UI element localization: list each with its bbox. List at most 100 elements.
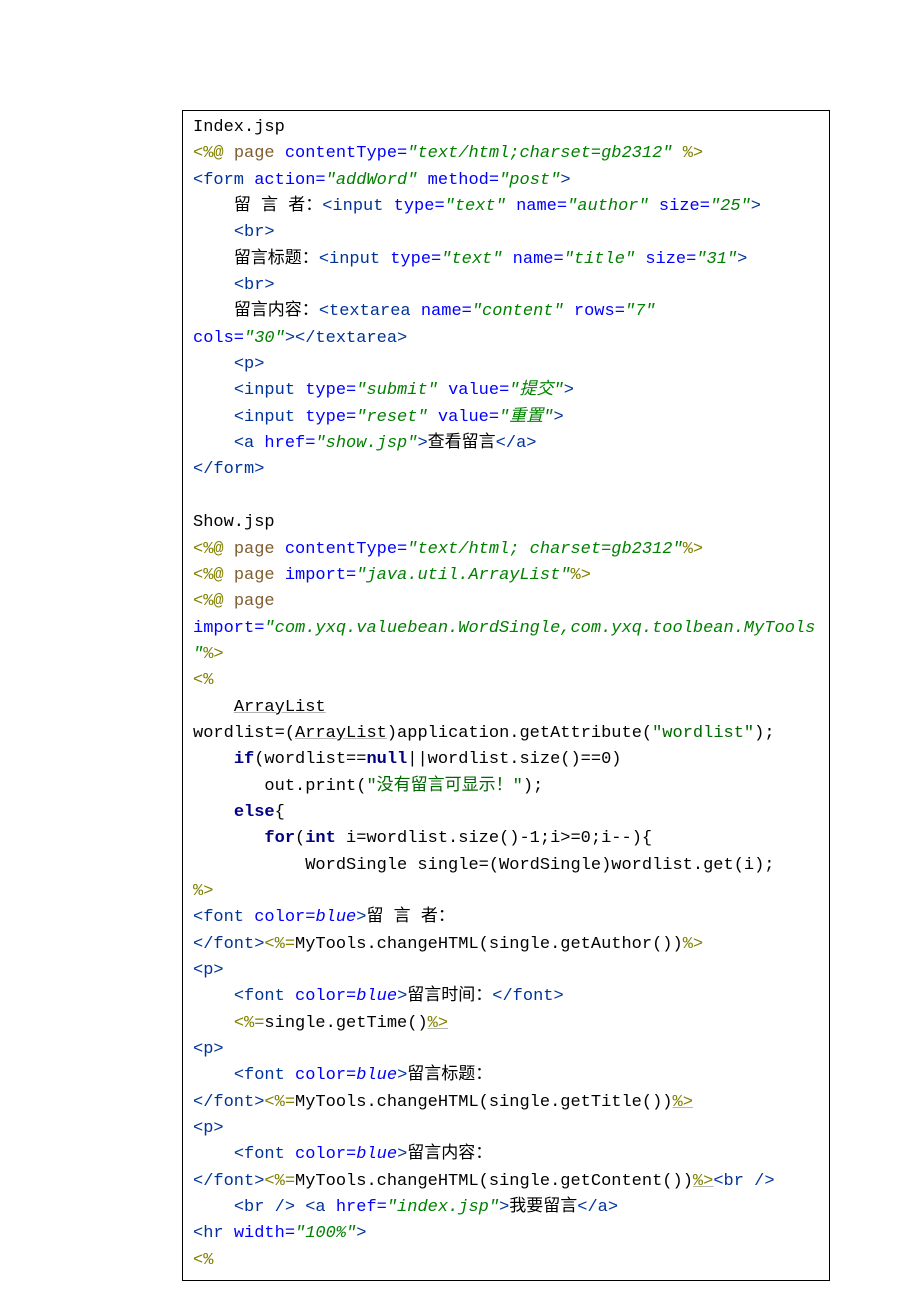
code-token: type=	[394, 197, 445, 216]
code-token: <p>	[193, 961, 224, 980]
code-token: color=	[295, 1066, 356, 1085]
code-line: 留 言 者：<input type="text" name="author" s…	[193, 194, 819, 220]
code-token: </font>	[193, 1172, 264, 1191]
code-token	[193, 434, 234, 453]
code-line: <br /> <a href="index.jsp">我要留言</a>	[193, 1195, 819, 1221]
code-line: <%@ page contentType="text/html; charset…	[193, 537, 819, 563]
code-token: name=	[513, 250, 564, 269]
code-token: color=	[295, 987, 356, 1006]
code-token: <br>	[234, 223, 275, 242]
code-line: <font color=blue>留言时间：</font>	[193, 984, 819, 1010]
code-token: width=	[234, 1224, 295, 1243]
code-token: >	[356, 1224, 366, 1243]
code-token: WordSingle single=(WordSingle)wordlist.g…	[193, 856, 775, 875]
code-line: 留言内容：<textarea name="content" rows="7"	[193, 299, 819, 325]
code-line: <%@ page	[193, 589, 819, 615]
code-token: blue	[315, 908, 356, 927]
code-line: <a href="show.jsp">查看留言</a>	[193, 431, 819, 457]
code-token	[193, 1145, 234, 1164]
code-token: >	[737, 250, 747, 269]
code-token	[193, 1066, 234, 1085]
code-token	[193, 355, 234, 374]
code-token: >	[564, 381, 574, 400]
code-token: blue	[356, 1145, 397, 1164]
code-token: null	[366, 750, 407, 769]
code-token: </a>	[496, 434, 537, 453]
code-token: <br /> <a	[234, 1198, 336, 1217]
code-line: 留言标题：<input type="text" name="title" siz…	[193, 247, 819, 273]
code-token: "post"	[499, 171, 560, 190]
code-token: 我要留言	[509, 1198, 577, 1217]
code-line: <font color=blue>留言内容：	[193, 1142, 819, 1168]
code-line	[193, 484, 819, 510]
code-line: ArrayList	[193, 695, 819, 721]
code-token: <form	[193, 171, 254, 190]
code-token	[193, 408, 234, 427]
code-token: "text/html;charset=gb2312"	[407, 144, 682, 163]
code-line: <%=single.getTime()%>	[193, 1011, 819, 1037]
code-token: href=	[264, 434, 315, 453]
code-token: "java.util.ArrayList"	[356, 566, 570, 585]
code-token: "提交"	[509, 381, 563, 400]
code-token: 留言时间：	[407, 987, 492, 1006]
code-token: >	[397, 987, 407, 1006]
code-token: </font>	[193, 1093, 264, 1112]
code-token: single.getTime()	[264, 1014, 427, 1033]
code-line: <font color=blue>留 言 者：	[193, 905, 819, 931]
code-token: </font>	[492, 987, 563, 1006]
code-line: Show.jsp	[193, 510, 819, 536]
code-token: page	[234, 540, 285, 559]
code-token: ></textarea>	[285, 329, 407, 348]
code-token: ArrayList	[295, 724, 387, 743]
code-token: <br />	[713, 1172, 774, 1191]
code-token: >	[499, 1198, 509, 1217]
code-line: <p>	[193, 1116, 819, 1142]
code-token: "重置"	[499, 408, 553, 427]
code-token: )application.getAttribute(	[387, 724, 652, 743]
code-token: page	[234, 144, 285, 163]
code-token: method=	[428, 171, 499, 190]
code-token: page	[234, 592, 285, 611]
code-token: name=	[421, 302, 472, 321]
code-token: <hr	[193, 1224, 234, 1243]
code-token: %>	[193, 882, 213, 901]
code-token	[193, 1014, 234, 1033]
code-token: (wordlist==	[254, 750, 366, 769]
code-line: <%@ page contentType="text/html;charset=…	[193, 141, 819, 167]
code-token: >	[751, 197, 761, 216]
code-line: <input type="reset" value="重置">	[193, 405, 819, 431]
code-line: <hr width="100%">	[193, 1221, 819, 1247]
code-token: %>	[673, 1093, 693, 1112]
code-line: wordlist=(ArrayList)application.getAttri…	[193, 721, 819, 747]
code-token: <%	[193, 1251, 213, 1270]
code-token: "index.jsp"	[387, 1198, 499, 1217]
code-token: (	[295, 829, 305, 848]
code-token: >	[417, 434, 427, 453]
code-line: <form action="addWord" method="post">	[193, 168, 819, 194]
code-token: %>	[203, 645, 223, 664]
code-line: Index.jsp	[193, 115, 819, 141]
code-token: if	[234, 750, 254, 769]
code-token: <input	[234, 408, 305, 427]
code-token: %>	[571, 566, 591, 585]
code-token: wordlist=(	[193, 724, 295, 743]
code-token: ||wordlist.size()==0)	[407, 750, 621, 769]
code-token: "wordlist"	[652, 724, 754, 743]
code-token: rows=	[574, 302, 625, 321]
code-line: </font><%=MyTools.changeHTML(single.getC…	[193, 1169, 819, 1195]
code-token: <input	[234, 381, 305, 400]
code-line: "%>	[193, 642, 819, 668]
code-token: <font	[234, 1145, 295, 1164]
code-token: </a>	[577, 1198, 618, 1217]
code-token: MyTools.changeHTML(single.getAuthor())	[295, 935, 683, 954]
code-token: import=	[285, 566, 356, 585]
code-token: </font>	[193, 935, 264, 954]
code-token: "addWord"	[326, 171, 428, 190]
code-token: MyTools.changeHTML(single.getContent())	[295, 1172, 693, 1191]
code-token: <p>	[193, 1119, 224, 1138]
code-token: "text"	[441, 250, 512, 269]
code-token	[193, 750, 234, 769]
code-token: "30"	[244, 329, 285, 348]
code-token	[193, 698, 234, 717]
code-token: MyTools.changeHTML(single.getTitle())	[295, 1093, 672, 1112]
